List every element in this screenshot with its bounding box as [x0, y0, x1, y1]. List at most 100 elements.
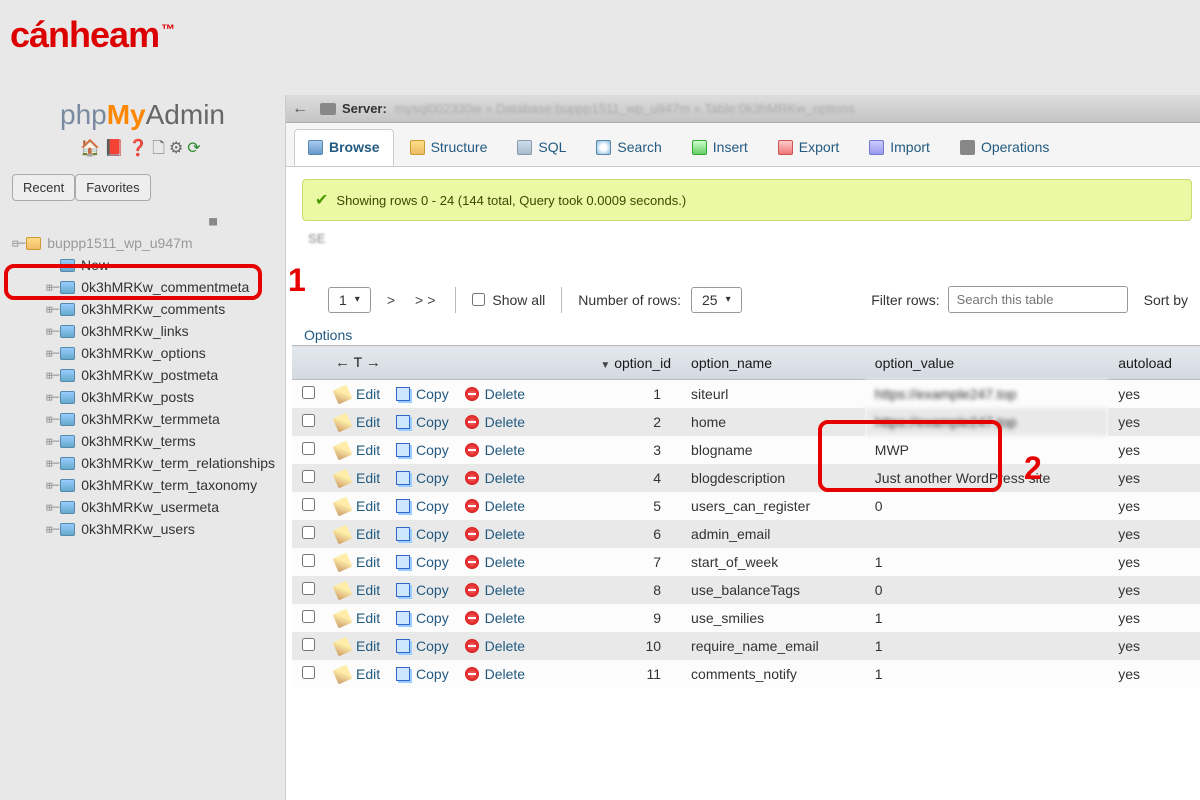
row-checkbox[interactable]: [302, 470, 315, 483]
delete-link[interactable]: Delete: [485, 386, 525, 402]
copy-link[interactable]: Copy: [416, 442, 449, 458]
copy-link[interactable]: Copy: [416, 386, 449, 402]
sidebar-table-item[interactable]: ⊞─0k3hMRKw_links: [10, 320, 277, 342]
delete-link[interactable]: Delete: [485, 442, 525, 458]
arrow-right-icon[interactable]: →: [366, 354, 381, 371]
reload-icon[interactable]: ⚙: [169, 140, 187, 157]
edit-link[interactable]: Edit: [356, 666, 380, 682]
edit-link[interactable]: Edit: [356, 554, 380, 570]
edit-link[interactable]: Edit: [356, 526, 380, 542]
plus-icon[interactable]: ⊞─: [46, 457, 59, 470]
col-option-value[interactable]: option_value: [865, 346, 1108, 380]
row-checkbox[interactable]: [302, 526, 315, 539]
plus-icon[interactable]: ⊞─: [46, 479, 59, 492]
tab-search[interactable]: Search: [582, 129, 675, 166]
sidebar-table-item[interactable]: ⊞─0k3hMRKw_term_relationships: [10, 452, 277, 474]
num-rows-select[interactable]: 25▾: [691, 287, 742, 313]
col-option-id[interactable]: ▼ option_id: [586, 346, 681, 380]
sidebar-table-item[interactable]: ⊞─0k3hMRKw_terms: [10, 430, 277, 452]
options-caption[interactable]: Options: [292, 325, 1200, 345]
new-table-item[interactable]: New: [10, 254, 277, 276]
logout-icon[interactable]: 📕: [104, 140, 128, 157]
plus-icon[interactable]: ⊞─: [46, 347, 59, 360]
copy-link[interactable]: Copy: [416, 582, 449, 598]
row-checkbox[interactable]: [302, 554, 315, 567]
copy-link[interactable]: Copy: [416, 414, 449, 430]
row-checkbox[interactable]: [302, 442, 315, 455]
row-checkbox[interactable]: [302, 610, 315, 623]
edit-link[interactable]: Edit: [356, 386, 380, 402]
plus-icon[interactable]: ⊞─: [46, 435, 59, 448]
page-select[interactable]: 1▾: [328, 287, 371, 313]
delete-link[interactable]: Delete: [485, 470, 525, 486]
show-all-toggle[interactable]: Show all: [472, 292, 545, 308]
arrow-left-icon[interactable]: ←: [335, 354, 350, 371]
plus-icon[interactable]: ⊞─: [46, 369, 59, 382]
plus-icon[interactable]: ⊞─: [46, 501, 59, 514]
edit-link[interactable]: Edit: [356, 638, 380, 654]
sidebar-table-item[interactable]: ⊞─0k3hMRKw_termmeta: [10, 408, 277, 430]
delete-link[interactable]: Delete: [485, 638, 525, 654]
plus-icon[interactable]: ⊞─: [46, 303, 59, 316]
docs-icon[interactable]: ❓: [128, 140, 152, 157]
delete-link[interactable]: Delete: [485, 666, 525, 682]
row-checkbox[interactable]: [302, 666, 315, 679]
next-page-button[interactable]: >: [387, 292, 399, 308]
row-checkbox[interactable]: [302, 414, 315, 427]
recent-button[interactable]: Recent: [12, 174, 75, 201]
copy-link[interactable]: Copy: [416, 526, 449, 542]
copy-link[interactable]: Copy: [416, 666, 449, 682]
sidebar-table-item[interactable]: ⊞─0k3hMRKw_users: [10, 518, 277, 540]
row-checkbox[interactable]: [302, 638, 315, 651]
tab-operations[interactable]: Operations: [946, 129, 1063, 166]
delete-link[interactable]: Delete: [485, 582, 525, 598]
tab-structure[interactable]: Structure: [396, 129, 502, 166]
delete-link[interactable]: Delete: [485, 414, 525, 430]
db-root-item[interactable]: ⊟─ buppp1511_wp_u947m: [10, 232, 277, 254]
edit-link[interactable]: Edit: [356, 582, 380, 598]
sidebar-table-item[interactable]: ⊞─0k3hMRKw_options: [10, 342, 277, 364]
settings-icon[interactable]: 🗋: [152, 140, 169, 157]
home-icon[interactable]: 🏠: [80, 140, 104, 157]
sidebar-table-item[interactable]: ⊞─0k3hMRKw_postmeta: [10, 364, 277, 386]
delete-link[interactable]: Delete: [485, 610, 525, 626]
plus-icon[interactable]: ⊞─: [46, 523, 59, 536]
row-checkbox[interactable]: [302, 582, 315, 595]
copy-link[interactable]: Copy: [416, 470, 449, 486]
copy-link[interactable]: Copy: [416, 498, 449, 514]
plus-icon[interactable]: ⊞─: [46, 413, 59, 426]
copy-link[interactable]: Copy: [416, 554, 449, 570]
minus-icon[interactable]: ⊟─: [12, 237, 25, 250]
tab-insert[interactable]: Insert: [678, 129, 762, 166]
plus-icon[interactable]: ⊞─: [46, 325, 59, 338]
edit-link[interactable]: Edit: [356, 470, 380, 486]
sidebar-table-item[interactable]: ⊞─0k3hMRKw_usermeta: [10, 496, 277, 518]
copy-link[interactable]: Copy: [416, 610, 449, 626]
tab-export[interactable]: Export: [764, 129, 853, 166]
sidebar-table-item[interactable]: ⊞─0k3hMRKw_commentmeta: [10, 276, 277, 298]
favorites-button[interactable]: Favorites: [75, 174, 150, 201]
show-all-checkbox[interactable]: [472, 293, 485, 306]
tab-browse[interactable]: Browse: [294, 129, 394, 166]
back-arrow-icon[interactable]: ←: [292, 100, 308, 118]
filter-rows-input[interactable]: [948, 286, 1128, 313]
edit-link[interactable]: Edit: [356, 610, 380, 626]
last-page-button[interactable]: >>: [415, 292, 439, 308]
copy-link[interactable]: Copy: [416, 638, 449, 654]
edit-link[interactable]: Edit: [356, 414, 380, 430]
edit-link[interactable]: Edit: [356, 442, 380, 458]
tab-import[interactable]: Import: [855, 129, 944, 166]
delete-link[interactable]: Delete: [485, 498, 525, 514]
edit-link[interactable]: Edit: [356, 498, 380, 514]
refresh-icon[interactable]: ⟳: [187, 140, 204, 157]
sidebar-table-item[interactable]: ⊞─0k3hMRKw_comments: [10, 298, 277, 320]
plus-icon[interactable]: ⊞─: [46, 281, 59, 294]
col-option-name[interactable]: option_name: [681, 346, 865, 380]
col-autoload[interactable]: autoload: [1108, 346, 1200, 380]
delete-link[interactable]: Delete: [485, 554, 525, 570]
row-checkbox[interactable]: [302, 386, 315, 399]
collapse-handle-icon[interactable]: ▅: [8, 215, 277, 226]
sidebar-table-item[interactable]: ⊞─0k3hMRKw_term_taxonomy: [10, 474, 277, 496]
delete-link[interactable]: Delete: [485, 526, 525, 542]
plus-icon[interactable]: ⊞─: [46, 391, 59, 404]
